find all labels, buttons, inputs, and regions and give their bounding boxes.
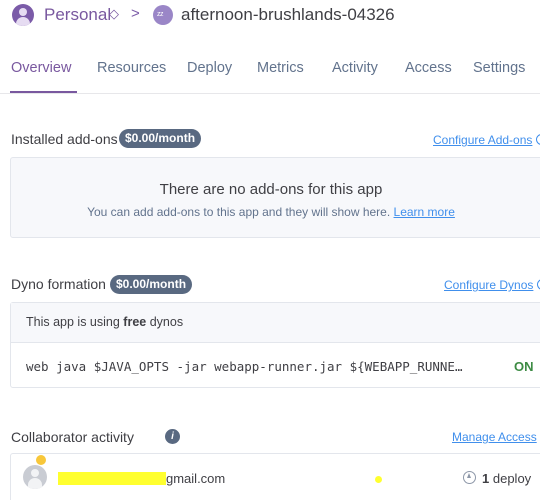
dyno-status: ON [514,359,534,374]
collaborator-email: gmail.com [166,471,226,486]
tab-overview[interactable]: Overview [11,60,71,76]
tab-deploy[interactable]: Deploy [187,60,232,76]
owner-crown-icon [35,454,47,466]
activity-dot [375,476,382,483]
user-avatar-icon[interactable] [12,4,34,26]
collaborator-row: gmail.com 1 deploy [10,453,540,500]
chevron-circle-icon [536,134,540,145]
tab-activity[interactable]: Activity [332,60,378,76]
tab-metrics[interactable]: Metrics [257,60,304,76]
configure-dynos-link[interactable]: Configure Dynos [444,278,540,292]
breadcrumb-separator-icon: > [131,5,140,22]
addons-title: Installed add-ons [11,131,118,147]
deploy-upload-icon [463,471,476,484]
active-tab-indicator [10,91,77,93]
email-redaction [58,472,166,485]
manage-access-link[interactable]: Manage Access [452,430,540,444]
org-name-link[interactable]: Personal [44,5,111,25]
collaborators-title: Collaborator activity [11,429,134,445]
deploy-count: 1 deploy [482,471,532,486]
app-space-icon: zz [153,5,173,25]
app-tabs: Overview Resources Deploy Metrics Activi… [0,56,540,94]
dyno-title: Dyno formation [11,276,106,292]
info-icon[interactable]: i [165,429,180,444]
dyno-price-badge: $0.00/month [110,275,193,294]
dyno-command: web java $JAVA_OPTS -jar webapp-runner.j… [26,359,463,374]
addons-empty-state: There are no add-ons for this app You ca… [10,157,540,238]
free-dynos-notice: This app is using free dynos [11,303,540,343]
tab-settings[interactable]: Settings [473,60,525,76]
app-name[interactable]: afternoon-brushlands-04326 [181,5,395,25]
learn-more-link[interactable]: Learn more [394,205,455,219]
addons-price-badge: $0.00/month [119,129,202,148]
configure-addons-link[interactable]: Configure Add-ons [433,133,540,147]
empty-state-title: There are no add-ons for this app [159,181,383,198]
app-header: Personal ◇ > zz afternoon-brushlands-043… [0,0,540,38]
tab-access[interactable]: Access [405,60,452,76]
empty-state-subtitle: You can add add-ons to this app and they… [87,205,455,219]
org-switcher-icon[interactable]: ◇ [109,6,119,22]
tab-resources[interactable]: Resources [97,60,166,76]
collaborator-avatar-icon [23,465,47,489]
dyno-formation-panel: This app is using free dynos web java $J… [10,302,540,388]
